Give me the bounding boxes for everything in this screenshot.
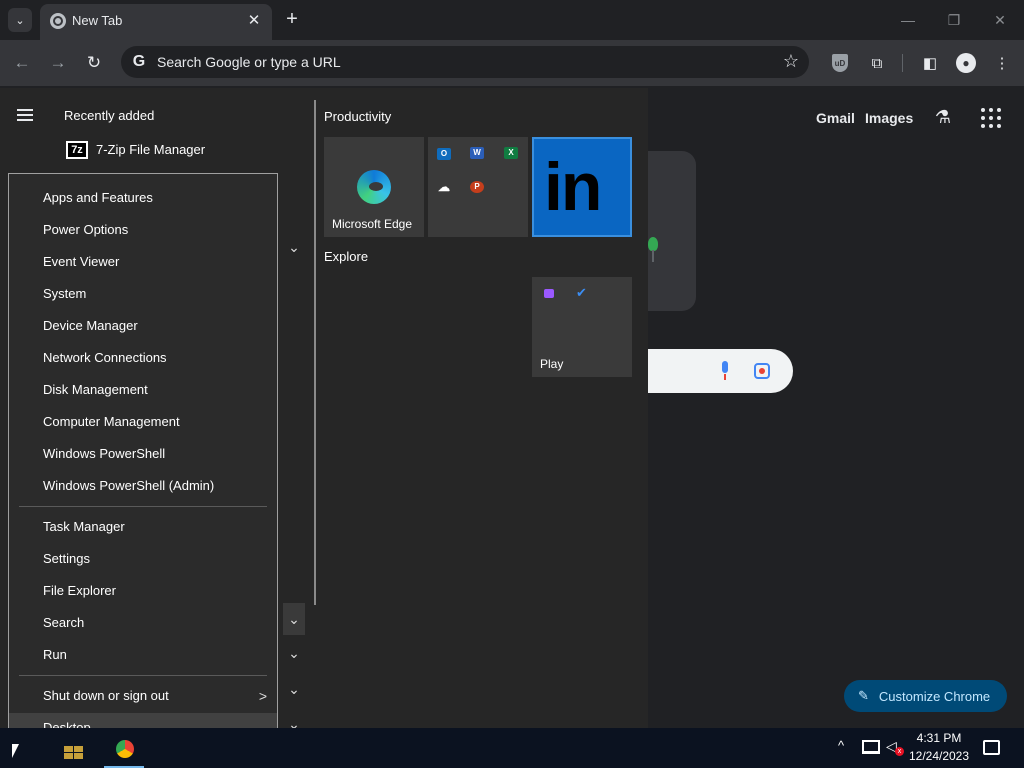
power-user-context-menu: Apps and Features Power Options Event Vi…: [8, 173, 278, 752]
google-lens-icon[interactable]: [754, 363, 770, 379]
group-header-productivity[interactable]: Productivity: [324, 109, 391, 124]
images-link[interactable]: Images: [865, 110, 913, 126]
outlook-icon: O: [437, 148, 451, 160]
tab-strip: ⌄ New Tab ✕ + — ❐ ✕: [0, 0, 1024, 40]
menu-item-computer-management[interactable]: Computer Management: [9, 407, 277, 437]
game-app-icon: [544, 289, 554, 298]
tab-close-icon[interactable]: ✕: [244, 11, 264, 31]
side-panel-icon[interactable]: ◧: [919, 52, 941, 74]
new-tab-button[interactable]: +: [281, 8, 303, 30]
customize-chrome-label: Customize Chrome: [878, 688, 991, 704]
gmail-link[interactable]: Gmail: [816, 110, 855, 126]
menu-item-disk-management[interactable]: Disk Management: [9, 375, 277, 405]
restore-button[interactable]: ❐: [944, 10, 964, 30]
checkmark-app-icon: ✔: [576, 285, 587, 300]
reload-button[interactable]: ↻: [83, 52, 105, 74]
hamburger-menu-icon[interactable]: [17, 109, 33, 121]
tab-new-tab[interactable]: New Tab ✕: [40, 4, 272, 40]
powerpoint-icon: P: [470, 181, 484, 193]
expand-chevron-icon[interactable]: ⌄: [283, 639, 305, 667]
excel-icon: X: [504, 147, 518, 159]
tile-linkedin[interactable]: in: [532, 137, 632, 237]
shield-icon: uD: [832, 54, 848, 72]
back-button[interactable]: ←: [11, 52, 33, 74]
menu-item-network-connections[interactable]: Network Connections: [9, 343, 277, 373]
action-center-icon[interactable]: [983, 740, 1000, 755]
chrome-menu-icon[interactable]: ⋮: [991, 52, 1013, 74]
taskbar: ^ ◁ x 4:31 PM 12/24/2023: [0, 728, 1024, 768]
extensions-puzzle-icon[interactable]: ⧉: [866, 52, 888, 74]
chrome-favicon-icon: [50, 13, 66, 29]
app-7zip-file-manager[interactable]: 7z 7-Zip File Manager: [64, 140, 304, 160]
menu-item-system[interactable]: System: [9, 279, 277, 309]
word-icon: W: [470, 147, 484, 159]
menu-item-device-manager[interactable]: Device Manager: [9, 311, 277, 341]
browser-toolbar: ← → ↻ G Search Google or type a URL ☆ uD…: [0, 40, 1024, 86]
bookmark-star-icon[interactable]: ☆: [783, 51, 799, 72]
volume-muted-badge-icon: x: [895, 747, 904, 756]
menu-item-windows-powershell-admin[interactable]: Windows PowerShell (Admin): [9, 471, 277, 501]
pencil-icon: ✎: [858, 688, 869, 703]
omnibox-placeholder: Search Google or type a URL: [157, 54, 341, 70]
profile-button[interactable]: ●: [955, 52, 977, 74]
menu-item-label: Shut down or sign out: [43, 688, 169, 703]
chrome-taskbar-icon[interactable]: [104, 728, 144, 768]
avatar-icon: ●: [956, 53, 976, 73]
linkedin-icon: in: [544, 149, 602, 225]
start-menu-scrollbar[interactable]: [314, 100, 316, 605]
menu-item-power-options[interactable]: Power Options: [9, 215, 277, 245]
google-icon: G: [132, 53, 146, 70]
expand-chevron-icon[interactable]: ⌄: [283, 233, 305, 261]
sprout-stem: [652, 250, 654, 262]
customize-chrome-button[interactable]: ✎ Customize Chrome: [844, 680, 1007, 712]
file-explorer-taskbar-icon[interactable]: [64, 740, 84, 762]
recently-added-header: Recently added: [64, 108, 155, 123]
menu-separator: [19, 675, 267, 676]
mouse-cursor-icon: [12, 744, 19, 758]
close-window-button[interactable]: ✕: [990, 10, 1010, 30]
start-button[interactable]: [0, 728, 40, 768]
tile-play[interactable]: ✔ Play: [532, 277, 632, 377]
tile-label: Microsoft Edge: [332, 217, 413, 231]
menu-item-windows-powershell[interactable]: Windows PowerShell: [9, 439, 277, 469]
sprout-icon: [648, 237, 658, 251]
labs-flask-icon[interactable]: ⚗: [932, 107, 954, 129]
7zip-icon: 7z: [66, 141, 88, 159]
toolbar-divider: [902, 54, 903, 72]
menu-item-event-viewer[interactable]: Event Viewer: [9, 247, 277, 277]
tab-search-button[interactable]: ⌄: [8, 8, 32, 32]
menu-item-file-explorer[interactable]: File Explorer: [9, 576, 277, 606]
menu-item-shut-down-or-sign-out[interactable]: Shut down or sign out >: [9, 681, 277, 711]
google-apps-icon[interactable]: [980, 107, 1002, 129]
tab-title: New Tab: [72, 13, 123, 28]
group-header-explore[interactable]: Explore: [324, 249, 368, 264]
edge-icon: [357, 170, 391, 204]
clock-date[interactable]: 12/24/2023: [906, 749, 972, 763]
chevron-right-icon: >: [258, 688, 267, 704]
network-icon[interactable]: [862, 740, 880, 754]
omnibox[interactable]: G Search Google or type a URL ☆: [121, 46, 809, 78]
tile-microsoft-edge[interactable]: Microsoft Edge: [324, 137, 424, 237]
menu-item-search[interactable]: Search: [9, 608, 277, 638]
app-label: 7-Zip File Manager: [96, 142, 206, 157]
expand-chevron-icon[interactable]: ⌄: [283, 675, 305, 703]
forward-button[interactable]: →: [47, 52, 69, 74]
microphone-icon[interactable]: [719, 361, 731, 381]
expand-chevron-icon[interactable]: ⌄: [283, 603, 305, 635]
onedrive-icon: ☁: [438, 180, 450, 194]
clock-time[interactable]: 4:31 PM: [911, 731, 967, 745]
tile-office-apps[interactable]: O W X ☁ P: [428, 137, 528, 237]
menu-item-apps-and-features[interactable]: Apps and Features: [9, 183, 277, 213]
ublock-extension-button[interactable]: uD: [829, 52, 851, 74]
menu-item-run[interactable]: Run: [9, 640, 277, 670]
menu-item-settings[interactable]: Settings: [9, 544, 277, 574]
menu-item-task-manager[interactable]: Task Manager: [9, 512, 277, 542]
show-hidden-icons-chevron-icon[interactable]: ^: [838, 738, 844, 753]
menu-separator: [19, 506, 267, 507]
tile-label: Play: [540, 357, 564, 371]
minimize-button[interactable]: —: [898, 10, 918, 30]
